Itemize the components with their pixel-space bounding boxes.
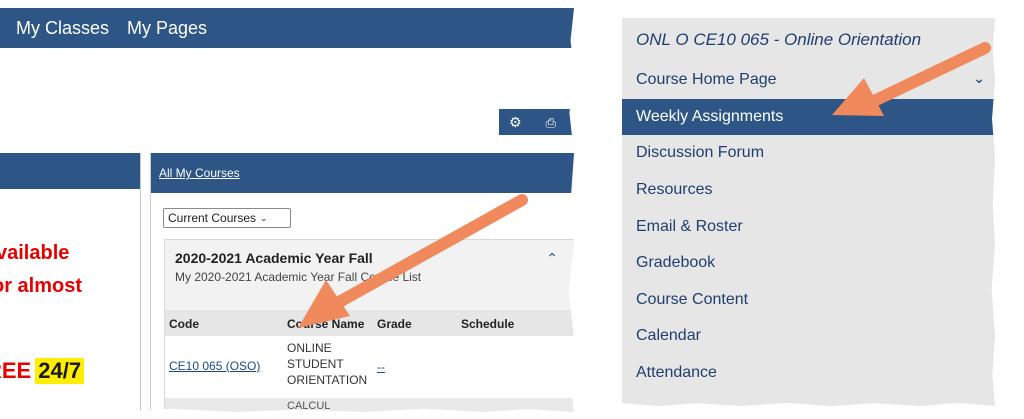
- courses-header: All My Courses: [151, 153, 574, 193]
- print-icon[interactable]: ⎙: [546, 116, 556, 129]
- promo-highlight: 24/7: [35, 358, 85, 384]
- toolbar: ⚙ ⎙: [499, 109, 574, 135]
- promo-text-line-2: or almost: [0, 275, 83, 297]
- promo-text-line-3: REE 24/7: [0, 358, 132, 384]
- course-menu-title: ONL O CE10 065 - Online Orientation: [636, 30, 922, 49]
- menu-item-email-roster[interactable]: Email & Roster: [622, 208, 995, 245]
- lms-main-window: My Classes My Pages ⚙ ⎙ vailable or almo…: [0, 8, 574, 412]
- col-course-name: Course Name: [287, 317, 365, 331]
- top-navigation: My Classes My Pages: [0, 8, 574, 48]
- menu-item-resources[interactable]: Resources: [622, 172, 995, 209]
- menu-item-attendance[interactable]: Attendance: [622, 355, 995, 392]
- course-menu: Course Home Page Weekly Assignments Disc…: [622, 62, 995, 391]
- table-row: CALCUL: [165, 398, 574, 412]
- course-code-link[interactable]: CE10 065 (OSO): [169, 359, 260, 373]
- col-code: Code: [169, 317, 199, 331]
- table-row: CE10 065 (OSO) ONLINE STUDENT ORIENTATIO…: [165, 336, 574, 398]
- menu-item-course-content[interactable]: Course Content: [622, 282, 995, 319]
- year-subtitle: My 2020-2021 Academic Year Fall Course L…: [175, 270, 422, 284]
- menu-item-course-home-page[interactable]: Course Home Page: [622, 62, 995, 99]
- left-column-header: [0, 153, 140, 189]
- course-table-header: Code Course Name Grade Schedule: [165, 310, 574, 336]
- courses-panel: All My Courses Current Courses ⌄ 2020-20…: [150, 153, 574, 412]
- menu-item-calendar[interactable]: Calendar: [622, 318, 995, 355]
- course-menu-window: ONL O CE10 065 - Online Orientation ⌄ Co…: [622, 18, 995, 406]
- menu-item-gradebook[interactable]: Gradebook: [622, 245, 995, 282]
- collapse-caret-icon[interactable]: ⌃: [546, 250, 558, 267]
- nav-my-pages[interactable]: My Pages: [127, 18, 207, 39]
- col-grade: Grade: [377, 317, 412, 331]
- gear-icon[interactable]: ⚙: [509, 115, 522, 129]
- academic-year-section: 2020-2021 Academic Year Fall My 2020-202…: [164, 239, 574, 412]
- menu-item-weekly-assignments[interactable]: Weekly Assignments: [622, 98, 995, 136]
- course-name: CALCUL: [287, 400, 331, 412]
- course-filter-select[interactable]: Current Courses ⌄: [163, 208, 291, 228]
- col-schedule: Schedule: [461, 317, 515, 331]
- promo-prefix: REE: [0, 358, 32, 383]
- year-title: 2020-2021 Academic Year Fall: [175, 250, 373, 266]
- nav-my-classes[interactable]: My Classes: [16, 18, 109, 39]
- promo-text-line-1: vailable: [0, 242, 70, 264]
- menu-item-discussion-forum[interactable]: Discussion Forum: [622, 135, 995, 172]
- all-my-courses-link[interactable]: All My Courses: [159, 166, 240, 180]
- chevron-down-icon: ⌄: [260, 212, 268, 223]
- column-divider: [140, 153, 141, 412]
- course-filter-value: Current Courses: [168, 211, 257, 225]
- course-grade-link[interactable]: --: [377, 360, 385, 374]
- course-name: ONLINE STUDENT ORIENTATION: [287, 341, 368, 387]
